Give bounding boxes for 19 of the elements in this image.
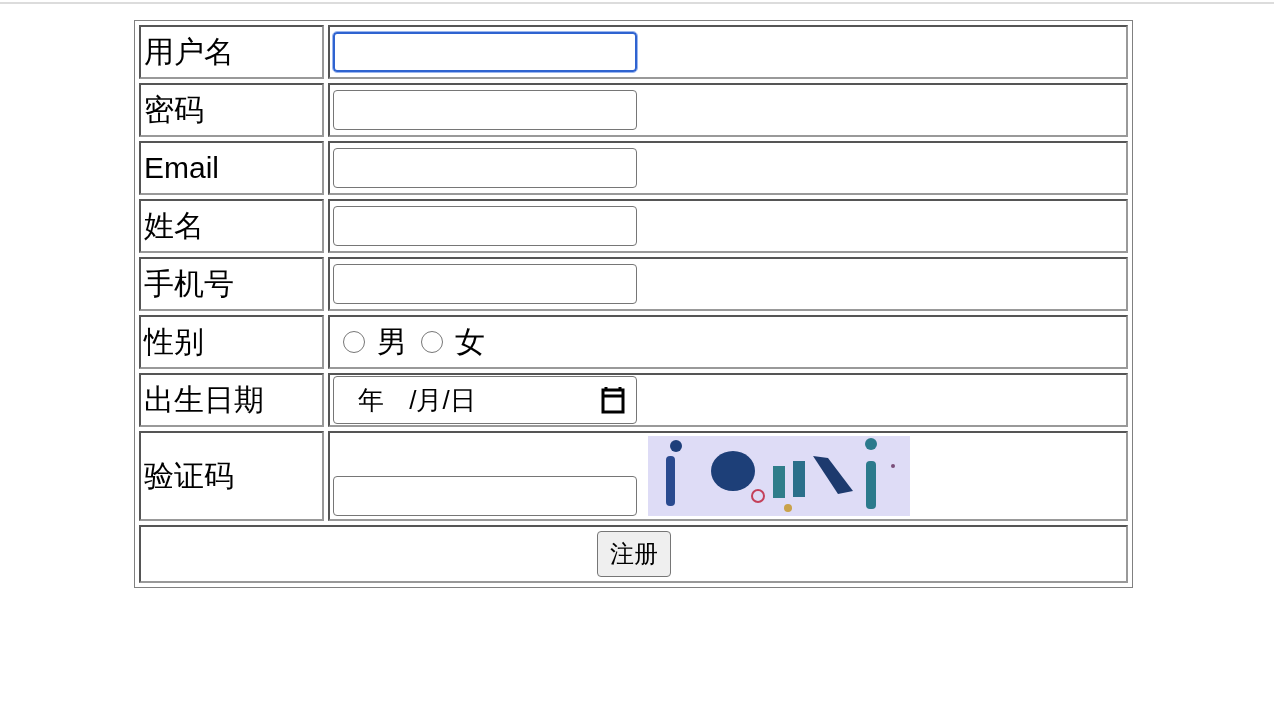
field-label: 手机号 (139, 257, 324, 311)
date-field[interactable]: 年 /月/日 (333, 376, 637, 424)
field-label: 出生日期 (139, 373, 324, 427)
option-label: 男 (377, 323, 407, 360)
field-label: 姓名 (139, 199, 324, 253)
field-label: 性别 (139, 315, 324, 369)
input-field[interactable] (333, 32, 637, 72)
input-field[interactable] (333, 264, 637, 304)
input-field[interactable] (333, 148, 637, 188)
input-field[interactable] (333, 206, 637, 246)
option-label: 女 (455, 323, 485, 360)
field-label: 密码 (139, 83, 324, 137)
field-label: Email (139, 141, 324, 195)
field-label: 用户名 (139, 25, 324, 79)
register-button[interactable]: 注册 (596, 531, 671, 577)
field-label: 验证码 (139, 431, 324, 521)
calendar-icon[interactable] (600, 386, 626, 414)
input-field[interactable] (333, 90, 637, 130)
input-field[interactable] (333, 476, 637, 516)
